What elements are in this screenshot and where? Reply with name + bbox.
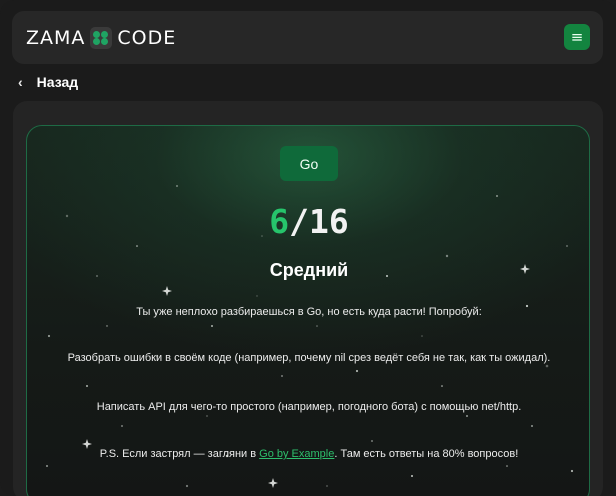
star-dot — [441, 385, 443, 387]
star-dot — [106, 325, 108, 327]
back-label: Назад — [36, 74, 79, 90]
star-dot — [281, 375, 283, 377]
sparkle-star — [268, 478, 278, 488]
logo-text-left: ZAMA — [26, 27, 86, 49]
star-dot — [506, 465, 508, 467]
star-dot — [566, 245, 568, 247]
star-dot — [316, 325, 318, 327]
brand-logo[interactable]: ZAMA CODE — [26, 26, 176, 50]
score-display: 6/16 — [27, 202, 589, 241]
star-dot — [421, 335, 423, 337]
star-dot — [121, 425, 123, 427]
intro-text: Ты уже неплохо разбираешься в Go, но ест… — [136, 306, 482, 318]
star-dot — [136, 245, 138, 247]
back-link[interactable]: ‹ Назад — [18, 72, 78, 92]
tip-2-text: Написать API для чего-то простого (напри… — [96, 401, 522, 413]
star-dot — [355, 369, 359, 373]
star-dot — [531, 425, 533, 427]
app-window: ZAMA CODE ≡ ‹ Назад Go 6/16 Средний Ты у… — [0, 0, 616, 496]
language-badge: Go — [280, 146, 338, 181]
star-dot — [545, 364, 549, 368]
star-dot — [176, 185, 178, 187]
sparkle-star — [162, 286, 172, 296]
star-dot — [445, 254, 449, 258]
star-dot — [326, 485, 328, 487]
star-dot — [47, 334, 51, 338]
star-dot — [411, 475, 413, 477]
ps-text: P.S. Если застрял — загляни в Go by Exam… — [27, 448, 589, 460]
go-by-example-link[interactable]: Go by Example — [259, 448, 334, 460]
ps-prefix: P.S. Если застрял — загляни в — [99, 448, 260, 460]
hamburger-menu-icon: ≡ — [570, 28, 584, 46]
ps-suffix: . Там есть ответы на 80% вопросов! — [334, 448, 519, 460]
star-dot — [211, 325, 213, 327]
star-dot — [256, 295, 258, 297]
star-dot — [371, 440, 373, 442]
score-total: /16 — [289, 202, 349, 241]
star-dot — [496, 195, 498, 197]
star-dot — [466, 415, 468, 417]
tip-1-text: Разобрать ошибки в своём коде (например,… — [67, 352, 551, 364]
star-dot — [570, 469, 574, 473]
menu-button[interactable]: ≡ — [564, 24, 590, 50]
chevron-left-icon: ‹ — [18, 74, 23, 90]
top-header: ZAMA CODE ≡ — [12, 11, 603, 64]
star-dot — [86, 385, 88, 387]
logo-mark-icon — [90, 27, 113, 49]
logo-text-right: CODE — [117, 27, 177, 49]
star-dot — [46, 465, 48, 467]
level-title: Средний — [269, 260, 349, 280]
star-dot — [206, 415, 208, 417]
star-dot — [185, 484, 189, 488]
result-card: Go 6/16 Средний Ты уже неплохо разбираеш… — [26, 125, 590, 496]
score-current: 6 — [269, 202, 290, 241]
